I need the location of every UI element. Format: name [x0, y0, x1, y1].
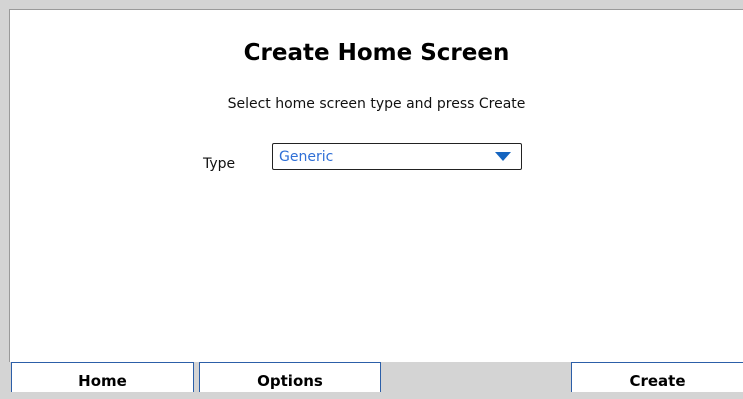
create-button[interactable]: Create — [571, 362, 743, 392]
instruction-text: Select home screen type and press Create — [227, 96, 526, 112]
triangle-down-icon — [495, 152, 511, 161]
main-panel: Create Home Screen Select home screen ty… — [9, 9, 743, 362]
options-button[interactable]: Options — [199, 362, 381, 392]
softkey-bar: Home Options Create — [0, 362, 743, 392]
page-title: Create Home Screen — [243, 40, 510, 66]
type-select[interactable]: Generic — [272, 143, 522, 170]
type-select-value: Generic — [279, 149, 334, 165]
type-label: Type — [203, 156, 236, 172]
home-button[interactable]: Home — [11, 362, 194, 392]
